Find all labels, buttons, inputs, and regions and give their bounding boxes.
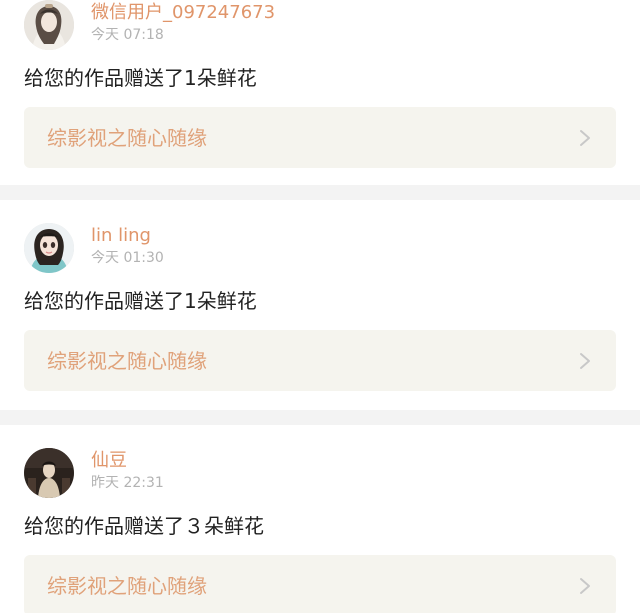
avatar-doll-girl-icon	[24, 223, 74, 273]
avatar-ancient-costume-figure-icon	[24, 0, 74, 50]
gift-message: 给您的作品赠送了３朵鲜花	[24, 514, 264, 538]
username[interactable]: 微信用户_097247673	[91, 2, 275, 24]
notification-card: lin ling 今天 01:30 给您的作品赠送了1朵鲜花 综影视之随心随缘	[0, 223, 640, 408]
timestamp: 今天 07:18	[91, 27, 164, 43]
avatar[interactable]	[24, 223, 74, 273]
avatar[interactable]	[24, 0, 74, 50]
gift-message: 给您的作品赠送了1朵鲜花	[24, 289, 257, 313]
timestamp: 昨天 22:31	[91, 475, 164, 491]
username[interactable]: 仙豆	[91, 450, 127, 472]
notification-feed: 微信用户_097247673 今天 07:18 给您的作品赠送了1朵鲜花 综影视…	[0, 0, 640, 613]
chevron-right-icon	[580, 353, 590, 369]
section-divider	[0, 410, 640, 425]
work-title: 综影视之随心随缘	[47, 574, 207, 598]
work-title: 综影视之随心随缘	[47, 349, 207, 373]
work-link[interactable]: 综影视之随心随缘	[24, 107, 616, 168]
avatar[interactable]	[24, 448, 74, 498]
notification-card: 微信用户_097247673 今天 07:18 给您的作品赠送了1朵鲜花 综影视…	[0, 0, 640, 185]
chevron-right-icon	[580, 130, 590, 146]
gift-message: 给您的作品赠送了1朵鲜花	[24, 66, 257, 90]
avatar-ancient-figure-dark-icon	[24, 448, 74, 498]
timestamp: 今天 01:30	[91, 250, 164, 266]
chevron-right-icon	[580, 578, 590, 594]
username[interactable]: lin ling	[91, 225, 151, 247]
notification-card: 仙豆 昨天 22:31 给您的作品赠送了３朵鲜花 综影视之随心随缘	[0, 448, 640, 613]
work-link[interactable]: 综影视之随心随缘	[24, 330, 616, 391]
work-link[interactable]: 综影视之随心随缘	[24, 555, 616, 613]
work-title: 综影视之随心随缘	[47, 126, 207, 150]
section-divider	[0, 185, 640, 200]
